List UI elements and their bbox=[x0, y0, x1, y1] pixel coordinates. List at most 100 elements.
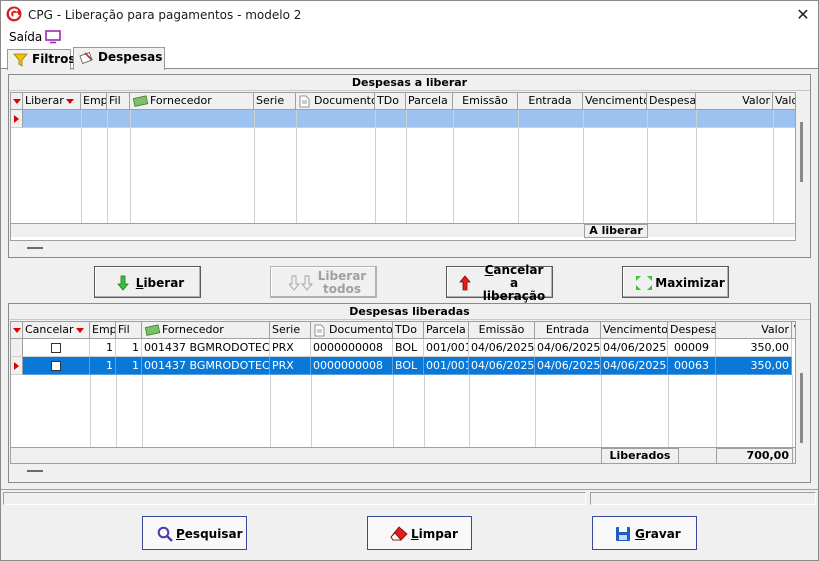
limpar-button[interactable]: Limpar bbox=[367, 516, 472, 550]
row-indicator bbox=[11, 110, 23, 128]
expense-icon bbox=[79, 52, 93, 64]
pesquisar-button[interactable]: Pesquisar bbox=[142, 516, 247, 550]
current-row-arrow-icon bbox=[14, 115, 19, 123]
vertical-scrollbar[interactable] bbox=[797, 92, 807, 241]
grid-line bbox=[453, 110, 454, 223]
tab-despesas[interactable]: Despesas bbox=[73, 47, 165, 70]
col-valor[interactable]: Valor bbox=[716, 322, 792, 339]
col-despesa[interactable]: Despesa bbox=[647, 93, 696, 110]
liberar-todos-button[interactable]: Liberar todos bbox=[270, 266, 377, 298]
col-entrada[interactable]: Entrada bbox=[518, 93, 583, 110]
title-bar: CPG - Liberação para pagamentos - modelo… bbox=[1, 1, 818, 29]
cancelar-checkbox-cell[interactable] bbox=[23, 357, 90, 375]
grid-line bbox=[792, 375, 793, 447]
col-valor-extra[interactable]: Valo bbox=[773, 93, 795, 110]
grid-line bbox=[254, 110, 255, 223]
col-parcela[interactable]: Parcela bbox=[406, 93, 453, 110]
col-serie[interactable]: Serie bbox=[270, 322, 311, 339]
pesquisar-label: Pesquisar bbox=[176, 527, 243, 541]
col-tdo[interactable]: TDo bbox=[393, 322, 424, 339]
cancelar-checkbox-cell[interactable] bbox=[23, 339, 90, 357]
cancelar-liberacao-button[interactable]: Cancelar a liberação bbox=[446, 263, 553, 302]
col-serie[interactable]: Serie bbox=[254, 93, 296, 110]
arrow-up-icon bbox=[459, 275, 471, 291]
liberar-todos-label: Liberar todos bbox=[317, 269, 367, 296]
vertical-scrollbar[interactable] bbox=[797, 321, 807, 464]
empty-selected-row[interactable] bbox=[23, 110, 795, 128]
scroll-thumb[interactable] bbox=[800, 373, 803, 443]
monitor-icon[interactable] bbox=[45, 30, 61, 44]
cell-parcela: 001/001 bbox=[424, 357, 469, 375]
col-despesa[interactable]: Despesa bbox=[668, 322, 716, 339]
col-vencimento[interactable]: Vencimento bbox=[601, 322, 668, 339]
col-emp[interactable]: Emp bbox=[90, 322, 116, 339]
grid-header: Liberar Emp Fil Fornecedor Serie Documen… bbox=[11, 93, 795, 110]
col-emissao[interactable]: Emissão bbox=[469, 322, 535, 339]
cell-despesa: 00009 bbox=[668, 339, 716, 357]
cell-fornecedor: 001437 BGMRODOTEC bbox=[142, 339, 270, 357]
panel-title-a-liberar: Despesas a liberar bbox=[9, 75, 810, 91]
grid-line bbox=[647, 110, 648, 223]
gravar-button[interactable]: Gravar bbox=[592, 516, 697, 550]
despesas-a-liberar-grid[interactable]: Liberar Emp Fil Fornecedor Serie Documen… bbox=[10, 92, 796, 241]
cancelar-checkbox[interactable] bbox=[51, 361, 61, 371]
grid-line bbox=[696, 110, 697, 223]
footer-liberados-total: 700,00 bbox=[716, 448, 793, 463]
grid-line bbox=[375, 110, 376, 223]
col-liberar[interactable]: Liberar bbox=[23, 93, 81, 110]
cell-parcela: 001/001 bbox=[424, 339, 469, 357]
tab-filtros[interactable]: Filtros bbox=[7, 49, 75, 70]
col-parcela[interactable]: Parcela bbox=[424, 322, 469, 339]
grid-line bbox=[668, 375, 669, 447]
table-row-selected[interactable]: 1 1 001437 BGMRODOTEC PRX 0000000008 BOL… bbox=[23, 357, 795, 375]
col-emp[interactable]: Emp bbox=[81, 93, 107, 110]
scroll-thumb[interactable] bbox=[800, 122, 803, 182]
menu-exit[interactable]: Saída bbox=[9, 30, 42, 44]
window-title: CPG - Liberação para pagamentos - modelo… bbox=[28, 8, 302, 22]
search-icon bbox=[157, 526, 173, 542]
sort-indicator-icon[interactable] bbox=[11, 322, 23, 339]
grid-line bbox=[107, 110, 108, 223]
cell-documento: 0000000008 bbox=[311, 357, 393, 375]
cancelar-checkbox[interactable] bbox=[51, 343, 61, 353]
cell-despesa: 00063 bbox=[668, 357, 716, 375]
panel-title-liberadas: Despesas liberadas bbox=[9, 304, 810, 320]
sort-indicator-icon[interactable] bbox=[11, 93, 23, 110]
col-documento[interactable]: Documento bbox=[311, 322, 393, 339]
status-bar bbox=[1, 489, 818, 505]
grid-line bbox=[130, 110, 131, 223]
col-overflow[interactable]: \ bbox=[792, 322, 795, 339]
col-vencimento[interactable]: Vencimento bbox=[583, 93, 647, 110]
document-icon bbox=[314, 324, 325, 337]
maximizar-button[interactable]: Maximizar bbox=[622, 266, 729, 298]
cell-entrada: 04/06/2025 bbox=[535, 339, 601, 357]
col-fornecedor[interactable]: Fornecedor bbox=[142, 322, 270, 339]
sort-arrow-icon bbox=[75, 327, 84, 333]
sort-arrow-icon bbox=[65, 98, 74, 104]
col-valor[interactable]: Valor bbox=[696, 93, 773, 110]
grid-footer: Liberados 700,00 bbox=[11, 447, 795, 463]
grid-line bbox=[518, 110, 519, 223]
close-button[interactable]: ✕ bbox=[788, 1, 818, 29]
grid-line bbox=[424, 375, 425, 447]
col-fil[interactable]: Fil bbox=[107, 93, 130, 110]
cell-valor: 350,00 bbox=[716, 339, 792, 357]
panel-collapse-handle[interactable] bbox=[27, 247, 43, 249]
col-cancelar[interactable]: Cancelar bbox=[23, 322, 90, 339]
col-tdo[interactable]: TDo bbox=[375, 93, 406, 110]
app-logo-icon bbox=[6, 6, 22, 22]
grid-line bbox=[716, 375, 717, 447]
grid-line bbox=[601, 375, 602, 447]
col-fil[interactable]: Fil bbox=[116, 322, 142, 339]
double-arrow-down-icon bbox=[289, 275, 313, 291]
col-documento[interactable]: Documento bbox=[296, 93, 375, 110]
grid-line bbox=[270, 375, 271, 447]
liberar-button[interactable]: Liberar bbox=[94, 266, 201, 298]
table-row[interactable]: 1 1 001437 BGMRODOTEC PRX 0000000008 BOL… bbox=[23, 339, 795, 357]
panel-collapse-handle[interactable] bbox=[27, 470, 43, 472]
floppy-disk-icon bbox=[616, 527, 630, 541]
col-emissao[interactable]: Emissão bbox=[453, 93, 518, 110]
despesas-liberadas-grid[interactable]: Cancelar Emp Fil Fornecedor Serie Docume… bbox=[10, 321, 796, 464]
col-entrada[interactable]: Entrada bbox=[535, 322, 601, 339]
col-fornecedor[interactable]: Fornecedor bbox=[130, 93, 254, 110]
